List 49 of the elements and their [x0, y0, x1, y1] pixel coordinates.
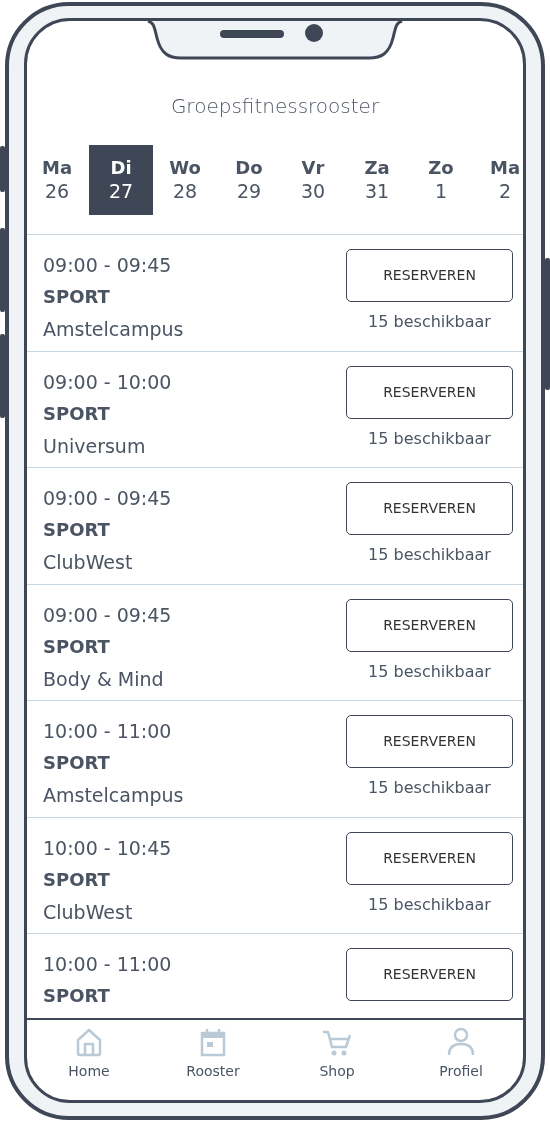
class-category: SPORT [43, 634, 111, 659]
class-location: ClubWest [43, 899, 134, 925]
class-category: SPORT [43, 867, 111, 892]
class-location: Amstelcampus [43, 317, 184, 342]
person-icon [446, 1026, 476, 1057]
availability-text: 15 beschikbaar [367, 777, 492, 799]
class-category: SPORT [43, 751, 111, 775]
reserve-button[interactable]: RESERVEREN [346, 831, 513, 885]
reserve-button[interactable]: RESERVEREN [346, 249, 513, 302]
class-location: ClubWest [43, 550, 134, 575]
availability-text: 15 beschikbaar [367, 544, 492, 566]
day-tab[interactable]: Zo 1 [409, 145, 473, 215]
reserve-button[interactable]: RESERVEREN [346, 598, 513, 652]
availability-text: 15 beschikbaar [367, 893, 492, 916]
class-location: Universum [43, 433, 147, 459]
class-category: SPORT [43, 401, 111, 426]
day-tab[interactable]: Wo 28 [153, 145, 217, 215]
class-time: 09:00 - 09:45 [43, 486, 172, 511]
class-time: 09:00 - 10:00 [43, 369, 172, 395]
reserve-button[interactable]: RESERVEREN [346, 948, 513, 1001]
day-tab[interactable]: Di 27 [89, 145, 153, 215]
nav-tab[interactable]: Shop [292, 1025, 382, 1083]
reserve-button[interactable]: RESERVEREN [346, 365, 513, 419]
calendar-icon [198, 1026, 228, 1057]
day-tab[interactable]: Za 31 [345, 145, 409, 215]
day-tab[interactable]: Do 29 [217, 145, 281, 215]
class-time: 09:00 - 09:45 [43, 253, 173, 278]
nav-tab[interactable]: Profiel [416, 1025, 506, 1083]
availability-text: 15 beschikbaar [367, 311, 492, 333]
class-time: 09:00 - 09:45 [43, 602, 172, 628]
day-tab[interactable]: Ma 26 [27, 145, 89, 215]
class-time: 10:00 - 11:00 [43, 952, 172, 977]
availability-text: 15 beschikbaar [367, 660, 492, 683]
day-tab[interactable]: Vr 30 [281, 145, 345, 215]
home-icon [74, 1026, 104, 1057]
day-tab[interactable]: Ma 2 [473, 145, 523, 215]
class-location: Amstelcampus [43, 783, 184, 808]
nav-tab[interactable]: Rooster [168, 1025, 258, 1083]
availability-text: 15 beschikbaar [367, 427, 492, 450]
reserve-button[interactable]: RESERVEREN [346, 482, 513, 535]
class-location: Body & Mind [43, 666, 165, 692]
class-category: SPORT [43, 285, 111, 309]
class-time: 10:00 - 10:45 [43, 835, 172, 861]
class-category: SPORT [43, 518, 111, 542]
reserve-button[interactable]: RESERVEREN [346, 715, 513, 768]
screen-title: Groepsfitnessrooster [169, 93, 381, 120]
nav-tab[interactable]: Home [44, 1025, 134, 1083]
class-time: 10:00 - 11:00 [43, 719, 173, 744]
class-category: SPORT [43, 984, 111, 1008]
